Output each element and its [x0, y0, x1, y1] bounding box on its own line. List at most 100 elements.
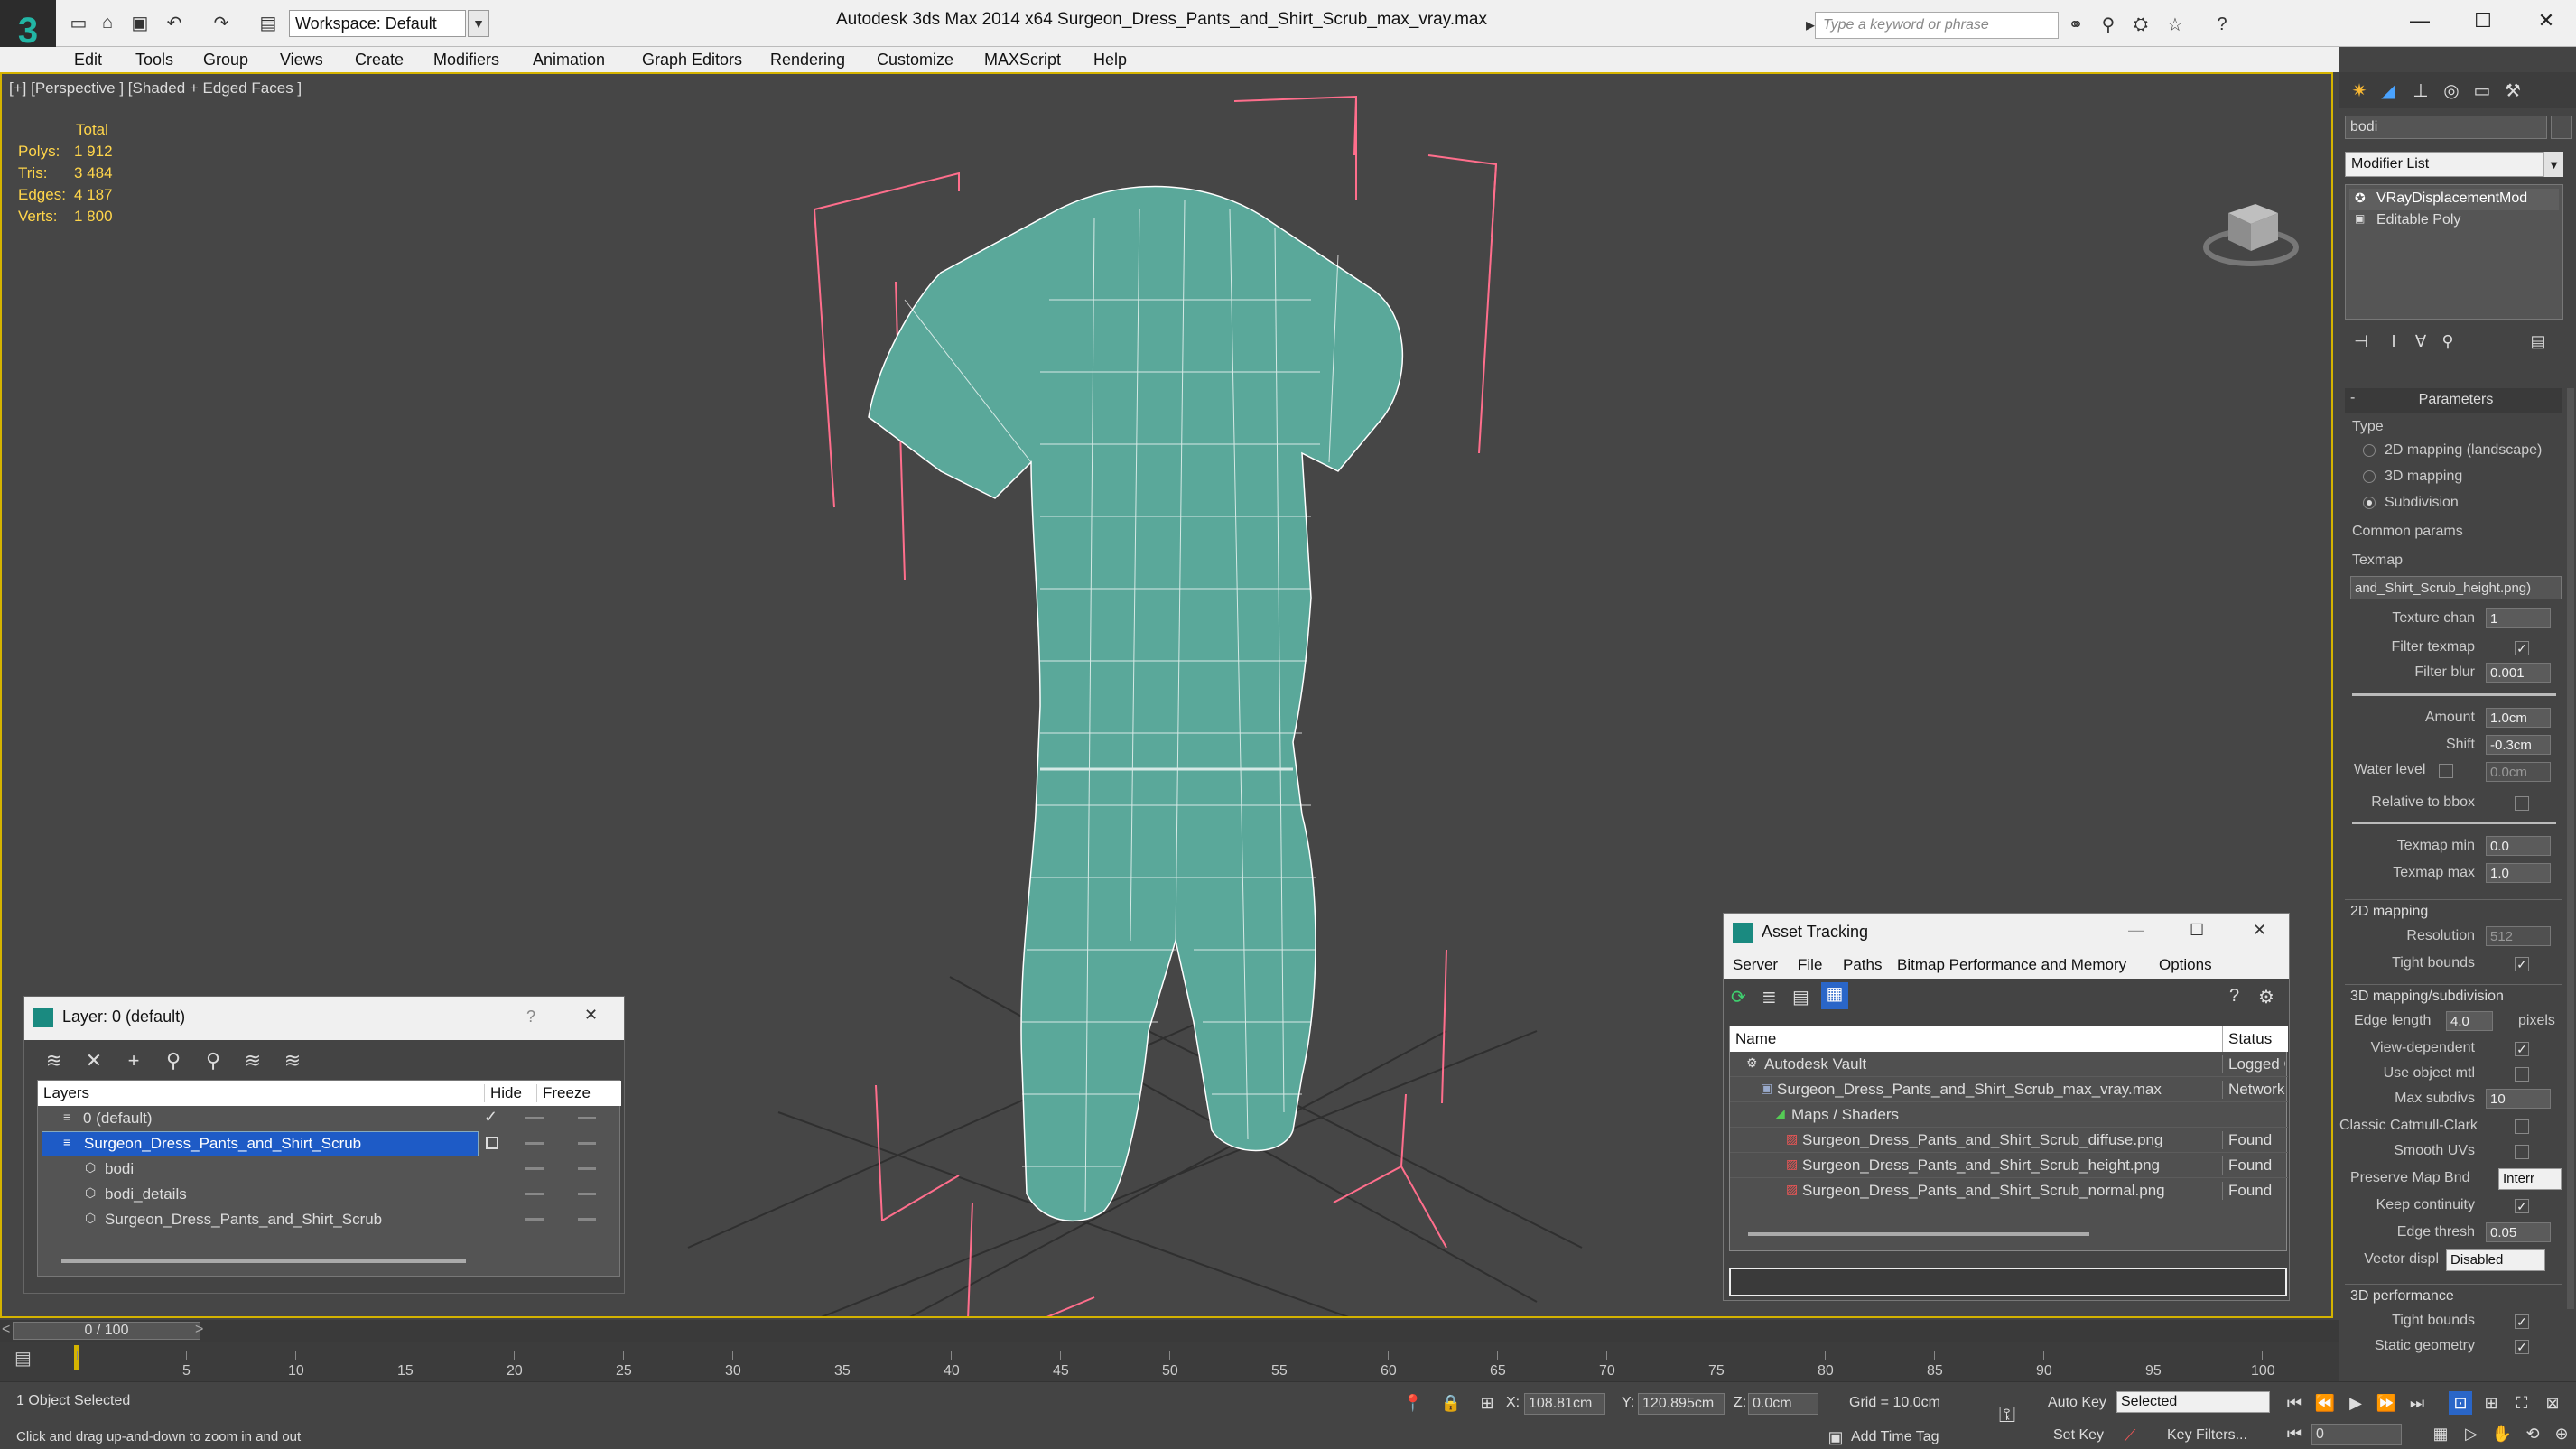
menu-tools[interactable]: Tools [135, 51, 173, 70]
menu-options[interactable]: Options [2159, 956, 2212, 974]
go-to-start-2-icon[interactable]: ⏮ [2283, 1422, 2306, 1445]
open-file-icon[interactable]: ⌂ [96, 11, 119, 34]
field-of-view-icon[interactable]: ⛶ [2510, 1391, 2534, 1415]
menu-group[interactable]: Group [203, 51, 248, 70]
delete-layer-icon[interactable]: ✕ [80, 1047, 107, 1074]
keep-continuity-checkbox[interactable]: ✓ [2515, 1199, 2529, 1213]
highlight-layer-icon[interactable]: ⚲ [200, 1047, 227, 1074]
freeze-toggle[interactable] [578, 1218, 596, 1221]
smooth-uvs-checkbox[interactable] [2515, 1145, 2529, 1159]
menu-views[interactable]: Views [280, 51, 323, 70]
resolution-spinner[interactable]: 512 [2486, 926, 2551, 946]
display-tab-icon[interactable]: ▭ [2469, 78, 2495, 103]
isolate-icon[interactable]: 📍 [1401, 1391, 1425, 1415]
asset-row[interactable]: ▣ Surgeon_Dress_Pants_and_Shirt_Scrub_ma… [1730, 1077, 2288, 1102]
pin-stack-icon[interactable]: ⊣ [2348, 329, 2374, 354]
vector-displ-dropdown[interactable]: Disabled [2446, 1249, 2545, 1271]
menu-graph-editors[interactable]: Graph Editors [642, 51, 742, 70]
menu-file[interactable]: File [1798, 956, 1822, 974]
menu-modifiers[interactable]: Modifiers [433, 51, 499, 70]
command-panel-scrollbar[interactable] [2567, 388, 2574, 1309]
workspace-dropdown[interactable]: Workspace: Default [289, 10, 466, 37]
layer-row[interactable]: Surgeon_Dress_Pants_and_Shirt_Scrub ≡ [38, 1131, 621, 1156]
help-icon[interactable]: ? [2229, 986, 2251, 1008]
menu-animation[interactable]: Animation [533, 51, 605, 70]
settings-icon[interactable]: ⚙ [2258, 986, 2280, 1008]
freeze-toggle[interactable] [578, 1193, 596, 1195]
search-input[interactable]: Type a keyword or phrase [1815, 12, 2059, 39]
parameters-header[interactable]: - Parameters [2345, 388, 2562, 413]
chevron-down-icon[interactable]: ▼ [2543, 152, 2563, 177]
time-slider-thumb[interactable]: 0 / 100 [13, 1322, 200, 1340]
stack-item-editable-poly[interactable]: ▣ Editable Poly [2349, 210, 2559, 232]
list-view-icon[interactable]: ≣ [1762, 986, 1783, 1008]
layers-column[interactable]: Layers [43, 1084, 89, 1102]
pan-icon[interactable]: ✋ [2490, 1422, 2514, 1445]
hierarchy-tab-icon[interactable]: ⊥ [2408, 78, 2433, 103]
horizontal-scrollbar[interactable] [1748, 1232, 2089, 1236]
type-subdivision-radio[interactable] [2363, 497, 2376, 509]
time-tag-icon[interactable]: ▣ [1824, 1426, 1847, 1449]
texmap-button[interactable]: and_Shirt_Scrub_height.png) [2350, 576, 2562, 599]
chevron-down-icon[interactable]: ▼ [468, 10, 489, 37]
close-button[interactable]: ✕ [584, 1006, 598, 1025]
lightbulb-icon[interactable]: ✪ [2355, 190, 2366, 206]
menu-help[interactable]: Help [1093, 51, 1127, 70]
maximize-viewport-icon[interactable]: ⊠ [2541, 1391, 2564, 1415]
layer-row[interactable]: ⬡ Surgeon_Dress_Pants_and_Shirt_Scrub [38, 1207, 621, 1232]
amount-spinner[interactable]: 1.0cm [2486, 708, 2551, 728]
use-object-mtl-checkbox[interactable] [2515, 1067, 2529, 1082]
current-frame-field[interactable]: 0 [2311, 1424, 2402, 1445]
asset-row[interactable]: ◢ Maps / Shaders [1730, 1102, 2288, 1128]
modifier-list-dropdown[interactable]: Modifier List [2345, 152, 2563, 177]
subscription-icon[interactable]: ⛭ [2129, 13, 2153, 36]
layer-row[interactable]: ⬡ bodi [38, 1156, 621, 1182]
set-key-icon[interactable]: ⚿ [1995, 1403, 2019, 1427]
hide-column[interactable]: Hide [484, 1084, 522, 1102]
menu-customize[interactable]: Customize [877, 51, 953, 70]
show-end-result-icon[interactable]: Ι [2381, 329, 2406, 354]
minimize-button[interactable]: — [2128, 921, 2144, 940]
arc-rotate-icon[interactable]: ⟲ [2521, 1422, 2544, 1445]
layer-row[interactable]: ≡ 0 (default) ✓ [38, 1106, 621, 1131]
expand-icon[interactable]: ▣ [2355, 212, 2365, 225]
zoom-extents-icon[interactable]: ⊡ [2449, 1391, 2472, 1415]
key-selection-dropdown[interactable]: Selected [2116, 1391, 2270, 1413]
utilities-tab-icon[interactable]: ⚒ [2500, 78, 2525, 103]
auto-key-button[interactable]: Auto Key [2048, 1395, 2106, 1411]
motion-tab-icon[interactable]: ◎ [2439, 78, 2464, 103]
asset-row[interactable]: ⚙ Autodesk Vault Logged O [1730, 1052, 2288, 1077]
hide-toggle[interactable] [525, 1218, 544, 1221]
previous-frame-icon[interactable]: ⏪ [2313, 1391, 2337, 1415]
freeze-toggle[interactable] [578, 1117, 596, 1119]
set-key-button[interactable]: Set Key [2053, 1427, 2104, 1444]
water-level-checkbox[interactable] [2439, 764, 2453, 778]
key-icon[interactable]: ⚲ [2097, 13, 2120, 36]
close-button[interactable]: ✕ [2253, 921, 2266, 940]
type-3d-radio[interactable] [2363, 470, 2376, 483]
type-2d-radio[interactable] [2363, 444, 2376, 457]
max-subdivs-spinner[interactable]: 10 [2486, 1089, 2551, 1109]
play-icon[interactable]: ▶ [2344, 1391, 2367, 1415]
stack-item-vray-displacement[interactable]: ✪ VRayDisplacementMod [2349, 189, 2559, 210]
make-unique-icon[interactable]: ∀ [2408, 329, 2433, 354]
active-layer-check-icon[interactable]: ✓ [484, 1108, 498, 1127]
name-column[interactable]: Name [1735, 1030, 1776, 1048]
layer-row[interactable]: ⬡ bodi_details [38, 1182, 621, 1207]
menu-rendering[interactable]: Rendering [770, 51, 845, 70]
close-button[interactable]: ✕ [2519, 5, 2573, 36]
binoculars-icon[interactable]: ⚭ [2064, 13, 2088, 36]
filter-blur-spinner[interactable]: 0.001 [2486, 663, 2551, 683]
relative-bbox-checkbox[interactable] [2515, 796, 2529, 811]
maximize-button[interactable]: ☐ [2190, 921, 2204, 940]
shift-spinner[interactable]: -0.3cm [2486, 735, 2551, 755]
object-color-swatch[interactable] [2551, 116, 2572, 139]
collapse-icon[interactable]: - [2350, 390, 2355, 406]
configure-sets-icon[interactable]: ▤ [2525, 329, 2551, 354]
orbit-icon[interactable]: ▷ [2460, 1422, 2483, 1445]
freeze-toggle[interactable] [578, 1167, 596, 1170]
detail-view-icon[interactable]: ▤ [1792, 986, 1814, 1008]
classic-catmull-checkbox[interactable] [2515, 1119, 2529, 1134]
new-file-icon[interactable]: ▭ [67, 11, 90, 34]
create-tab-icon[interactable]: ✷ [2347, 78, 2372, 103]
